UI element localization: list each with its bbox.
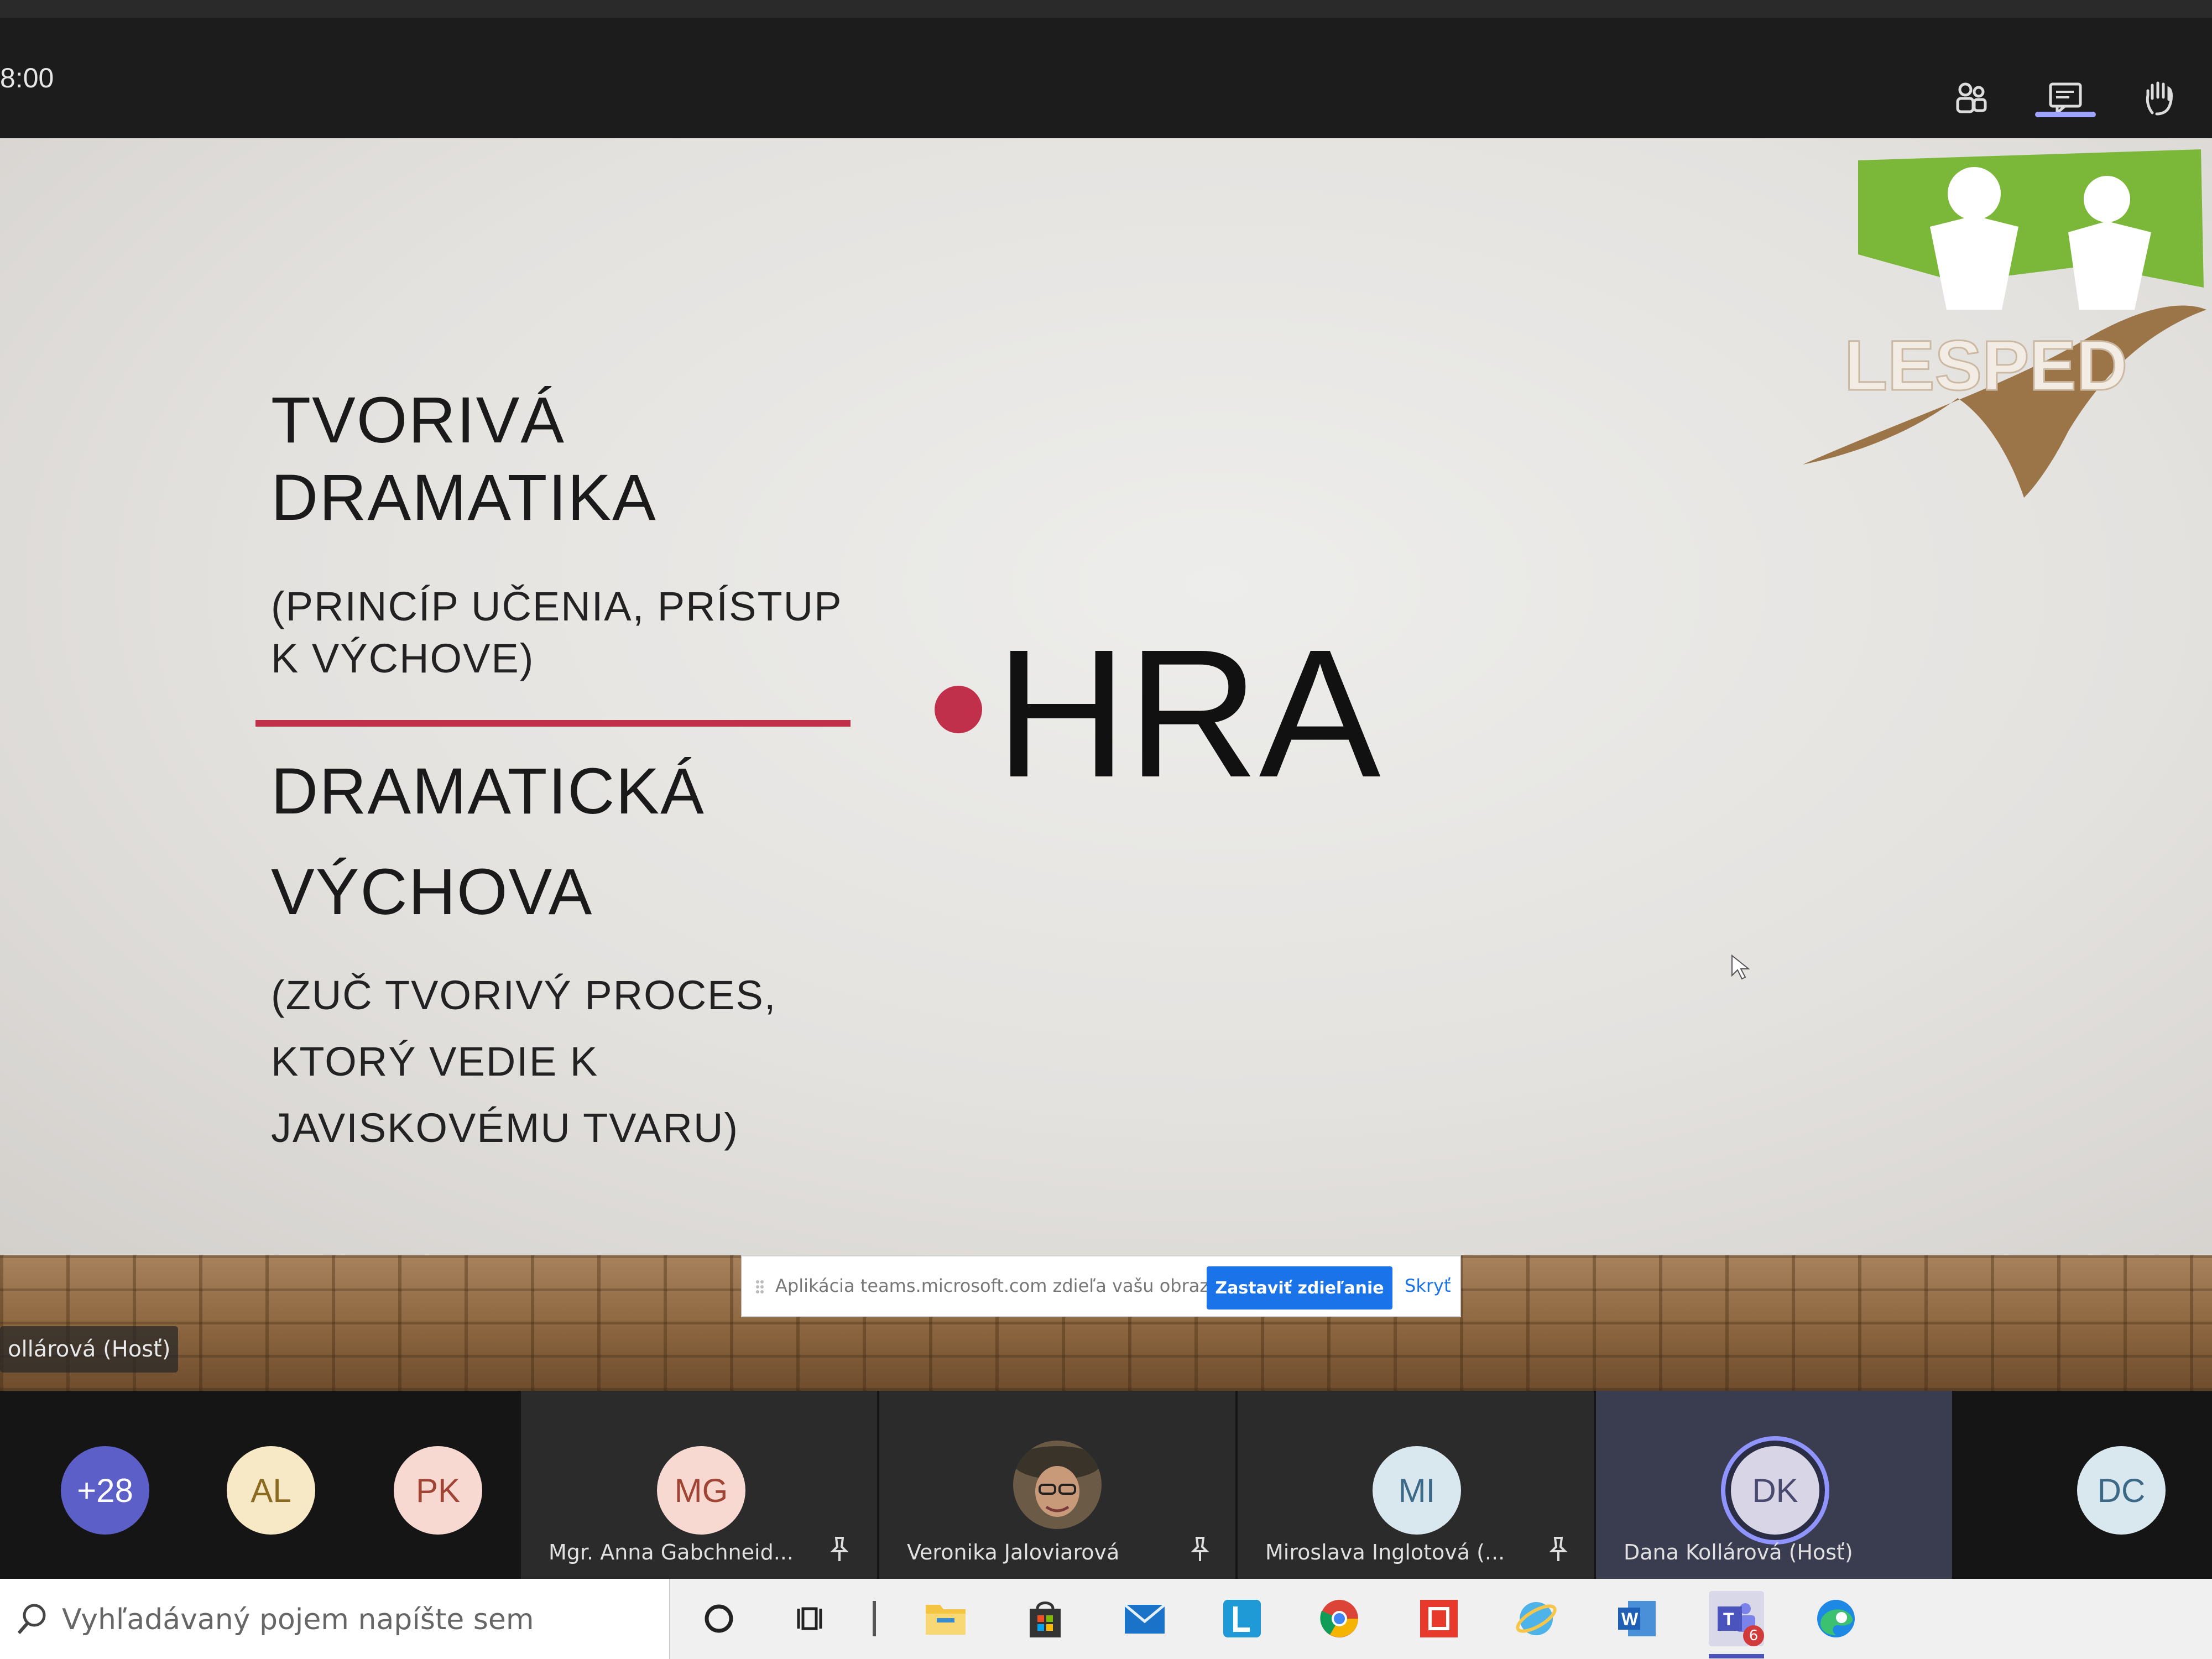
slide-title-2: DRAMATICKÁ VÝCHOVA <box>271 741 705 942</box>
slide-title-1: TVORIVÁ DRAMATIKA <box>271 382 657 536</box>
avatar-al[interactable]: AL <box>227 1446 315 1535</box>
slide-subtitle-2-line2: KTORÝ VEDIE K <box>271 1039 599 1084</box>
participant-tile-dk[interactable]: DK Dana Kollárová (Hosť) <box>1596 1391 1952 1579</box>
pin-icon[interactable] <box>1189 1536 1211 1566</box>
svg-text:W: W <box>1621 1609 1639 1629</box>
teams-icon[interactable]: T 6 <box>1709 1591 1764 1646</box>
bullet-dot <box>935 686 982 733</box>
search-placeholder: Vyhľadávaný pojem napíšte sem <box>62 1603 534 1636</box>
chat-active-indicator <box>2035 112 2096 117</box>
slide-title-1-line2: DRAMATIKA <box>271 461 657 534</box>
slide-subtitle-1-line2: K VÝCHOVE) <box>271 635 535 681</box>
slide-subtitle-1-line1: (PRINCÍP UČENIA, PRÍSTUP <box>271 583 843 629</box>
pin-icon[interactable] <box>1547 1536 1569 1566</box>
teams-notification-badge: 6 <box>1743 1625 1764 1646</box>
slide-subtitle-2-line1: (ZUČ TVORIVÝ PROCES, <box>271 972 777 1018</box>
svg-text:LESPED: LESPED <box>1844 326 2127 405</box>
avatar-mg: MG <box>657 1446 745 1535</box>
drag-handle-icon[interactable] <box>754 1279 765 1295</box>
browser-icon[interactable] <box>1509 1591 1564 1646</box>
slide-title-2-line1: DRAMATICKÁ <box>271 755 705 828</box>
avatar-initials: DK <box>1752 1472 1798 1509</box>
lesped-logo: LESPED <box>1792 144 2212 498</box>
slide-title-2-line2: VÝCHOVA <box>271 855 593 928</box>
avatar-initials: MG <box>674 1472 728 1509</box>
teams-active-indicator <box>1709 1654 1764 1658</box>
window-top-strip <box>0 0 2212 18</box>
chrome-icon[interactable] <box>1312 1591 1367 1646</box>
meeting-timer: 8:00 <box>0 62 54 93</box>
cortana-icon[interactable] <box>691 1591 747 1646</box>
avatar-initials: DC <box>2097 1472 2146 1509</box>
avatar-photo <box>1013 1441 1102 1529</box>
raise-hand-icon[interactable] <box>2135 73 2184 123</box>
participant-name: Dana Kollárová (Hosť) <box>1624 1540 1853 1564</box>
participant-tile-mi[interactable]: MI Miroslava Inglotová (... <box>1238 1391 1594 1579</box>
windows-taskbar: Vyhľadávaný pojem napíšte sem W T 6 <box>0 1579 2212 1659</box>
slide-title-1-line1: TVORIVÁ <box>271 384 565 457</box>
search-icon <box>14 1601 50 1639</box>
avatar-initials: MI <box>1398 1472 1436 1509</box>
participant-tile-veronika[interactable]: Veronika Jaloviarová <box>879 1391 1235 1579</box>
overflow-tile: +28 AL PK <box>0 1391 520 1579</box>
store-icon[interactable] <box>1018 1591 1073 1646</box>
participant-tile-mg[interactable]: MG Mgr. Anna Gabchneid... <box>521 1391 877 1579</box>
pin-icon[interactable] <box>828 1536 851 1566</box>
participant-name: Veronika Jaloviarová <box>907 1540 1120 1564</box>
linkedin-learning-icon[interactable] <box>1214 1591 1270 1646</box>
office-icon[interactable] <box>1411 1591 1467 1646</box>
word-icon[interactable]: W <box>1609 1591 1665 1646</box>
avatar-pk[interactable]: PK <box>394 1446 482 1535</box>
slide-subtitle-2-line3: JAVISKOVÉMU TVARU) <box>271 1105 739 1151</box>
taskbar-search-box[interactable]: Vyhľadávaný pojem napíšte sem <box>0 1579 670 1659</box>
avatar-initials: PK <box>415 1472 461 1509</box>
shared-slide: TVORIVÁ DRAMATIKA (PRINCÍP UČENIA, PRÍST… <box>0 138 2212 1255</box>
task-view-icon[interactable] <box>785 1591 841 1646</box>
participants-icon[interactable] <box>1947 73 1996 123</box>
mail-icon[interactable] <box>1117 1591 1172 1646</box>
participant-name: Miroslava Inglotová (... <box>1265 1540 1505 1564</box>
hide-notification-link[interactable]: Skryť <box>1405 1275 1451 1296</box>
notification-text: Aplikácia teams.microsoft.com zdieľa vaš… <box>775 1275 1257 1296</box>
meeting-toolbar: 8:00 <box>0 18 2212 138</box>
screen-share-notification: Aplikácia teams.microsoft.com zdieľa vaš… <box>741 1255 1461 1317</box>
stop-sharing-button[interactable]: Zastaviť zdieľanie <box>1207 1266 1392 1310</box>
file-explorer-icon[interactable] <box>918 1591 973 1646</box>
more-participants-button[interactable]: +28 <box>61 1446 149 1535</box>
avatar-initials: +28 <box>77 1472 133 1509</box>
avatar-initials: AL <box>251 1472 291 1509</box>
slide-subtitle-1: (PRINCÍP UČENIA, PRÍSTUP K VÝCHOVE) <box>271 581 842 685</box>
presenter-name-label: ollárová (Hosť) <box>0 1326 179 1373</box>
participants-strip: +28 AL PK MG Mgr. Anna Gabchneid... Vero… <box>0 1391 2212 1579</box>
taskbar-separator <box>873 1601 876 1636</box>
slide-subtitle-2: (ZUČ TVORIVÝ PROCES, KTORÝ VEDIE K JAVIS… <box>271 962 776 1161</box>
edge-icon[interactable] <box>1808 1591 1864 1646</box>
avatar-dc: DC <box>2077 1446 2166 1535</box>
avatar-mi: MI <box>1373 1446 1461 1535</box>
slide-divider <box>255 720 851 727</box>
slide-keyword: HRA <box>995 611 1381 815</box>
svg-text:T: T <box>1723 1609 1734 1629</box>
mouse-cursor-icon <box>1730 953 1752 983</box>
avatar-dk-speaking: DK <box>1731 1446 1819 1535</box>
participant-tile-dc[interactable]: DC <box>1954 1391 2212 1579</box>
participant-name: Mgr. Anna Gabchneid... <box>549 1540 794 1564</box>
